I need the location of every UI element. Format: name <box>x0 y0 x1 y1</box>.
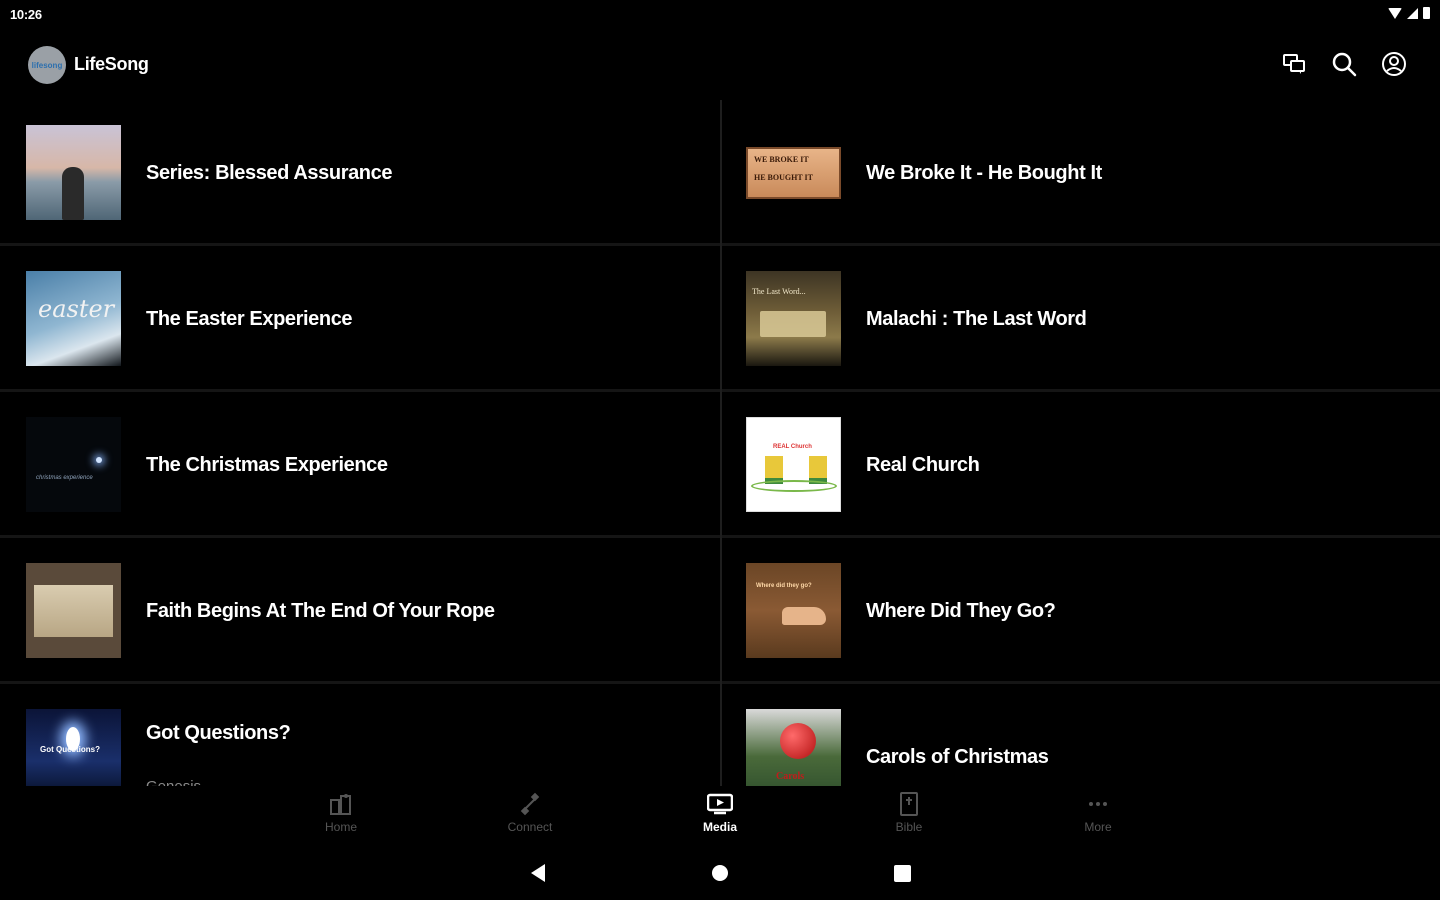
home-circle-icon <box>712 865 728 881</box>
search-button[interactable] <box>1330 50 1358 78</box>
thumbnail-text: christmas experience <box>36 475 93 481</box>
media-item-got-questions[interactable]: Got Questions? Got Questions? Genesis <box>0 684 720 786</box>
series-subtitle: Genesis <box>146 778 201 786</box>
more-icon <box>1085 792 1111 816</box>
chat-bubbles-icon <box>1283 54 1305 74</box>
battery-icon <box>1423 7 1430 19</box>
system-back-button[interactable] <box>527 862 549 884</box>
app-title: LifeSong <box>74 54 149 74</box>
series-thumbnail: Carols <box>746 709 841 786</box>
series-title: Faith Begins At The End Of Your Rope <box>146 600 495 622</box>
nav-label: Home <box>324 820 357 834</box>
media-item-christmas-experience[interactable]: christmas experience The Christmas Exper… <box>0 392 720 538</box>
system-recents-button[interactable] <box>891 862 913 884</box>
thumbnail-text: WE BROKE IT <box>754 155 809 164</box>
series-title: Carols of Christmas <box>866 746 1049 768</box>
nav-home[interactable]: Home <box>301 792 381 838</box>
series-thumbnail: Got Questions? <box>26 709 121 786</box>
system-home-button[interactable] <box>709 862 731 884</box>
media-item-carols-of-christmas[interactable]: Carols Carols of Christmas <box>720 684 1440 786</box>
status-icons <box>1388 7 1430 19</box>
thumbnail-text: The Last Word... <box>752 287 806 296</box>
bible-icon <box>896 792 922 816</box>
bottom-navigation: Home Connect Media Bible More <box>0 786 1440 842</box>
series-thumbnail <box>26 125 121 220</box>
series-thumbnail <box>26 563 121 658</box>
nav-label: Connect <box>507 820 553 834</box>
app-logo[interactable]: lifesong <box>28 46 66 84</box>
app-bar: lifesong LifeSong <box>0 40 1440 88</box>
thumbnail-text: REAL Church <box>773 444 812 450</box>
system-navigation-bar <box>0 852 1440 896</box>
connect-icon <box>517 792 543 816</box>
nav-more[interactable]: More <box>1058 792 1138 838</box>
media-list: Series: Blessed Assurance WE BROKE IT HE… <box>0 100 1440 786</box>
status-time: 10:26 <box>10 7 42 22</box>
nav-label: Bible <box>895 820 923 834</box>
status-bar: 10:26 <box>0 0 1440 28</box>
app-actions <box>1280 50 1408 78</box>
media-icon <box>707 792 733 816</box>
series-thumbnail: Where did they go? <box>746 563 841 658</box>
series-thumbnail: WE BROKE IT HE BOUGHT IT <box>746 125 841 220</box>
media-item-faith-begins[interactable]: Faith Begins At The End Of Your Rope <box>0 538 720 684</box>
series-thumbnail: REAL Church <box>746 417 841 512</box>
thumbnail-text: HE BOUGHT IT <box>754 173 813 182</box>
media-item-we-broke-it[interactable]: WE BROKE IT HE BOUGHT IT We Broke It - H… <box>720 100 1440 246</box>
back-icon <box>531 864 545 882</box>
series-title: The Easter Experience <box>146 308 353 330</box>
thumbnail-text: easter <box>38 295 115 323</box>
account-button[interactable] <box>1380 50 1408 78</box>
series-title: Got Questions? <box>146 722 291 744</box>
series-thumbnail: The Last Word... <box>746 271 841 366</box>
search-icon <box>1332 52 1357 77</box>
series-title: Malachi : The Last Word <box>866 308 1087 330</box>
series-title: Series: Blessed Assurance <box>146 162 393 184</box>
media-item-where-did-they-go[interactable]: Where did they go? Where Did They Go? <box>720 538 1440 684</box>
nav-connect[interactable]: Connect <box>490 792 570 838</box>
thumbnail-text: Where did they go? <box>756 583 812 589</box>
series-thumbnail: easter <box>26 271 121 366</box>
account-circle-icon <box>1382 52 1406 76</box>
series-title: Real Church <box>866 454 980 476</box>
nav-media[interactable]: Media <box>680 792 760 838</box>
recents-icon <box>893 864 911 882</box>
series-title: We Broke It - He Bought It <box>866 162 1102 184</box>
app-logo-text: lifesong <box>31 60 63 70</box>
column-divider <box>720 100 722 786</box>
media-item-blessed-assurance[interactable]: Series: Blessed Assurance <box>0 100 720 246</box>
messages-button[interactable] <box>1280 50 1308 78</box>
home-icon <box>328 792 354 816</box>
nav-label: More <box>1084 820 1112 834</box>
media-item-malachi[interactable]: The Last Word... Malachi : The Last Word <box>720 246 1440 392</box>
wifi-icon <box>1388 7 1402 19</box>
series-thumbnail: christmas experience <box>26 417 121 512</box>
media-item-easter-experience[interactable]: easter The Easter Experience <box>0 246 720 392</box>
cellular-signal-icon <box>1407 7 1418 19</box>
media-item-real-church[interactable]: REAL Church Real Church <box>720 392 1440 538</box>
thumbnail-text: Got Questions? <box>40 745 100 754</box>
series-title: Where Did They Go? <box>866 600 1056 622</box>
thumbnail-text: Carols <box>776 771 805 782</box>
nav-bible[interactable]: Bible <box>869 792 949 838</box>
nav-label: Media <box>702 820 737 834</box>
series-title: The Christmas Experience <box>146 454 388 476</box>
